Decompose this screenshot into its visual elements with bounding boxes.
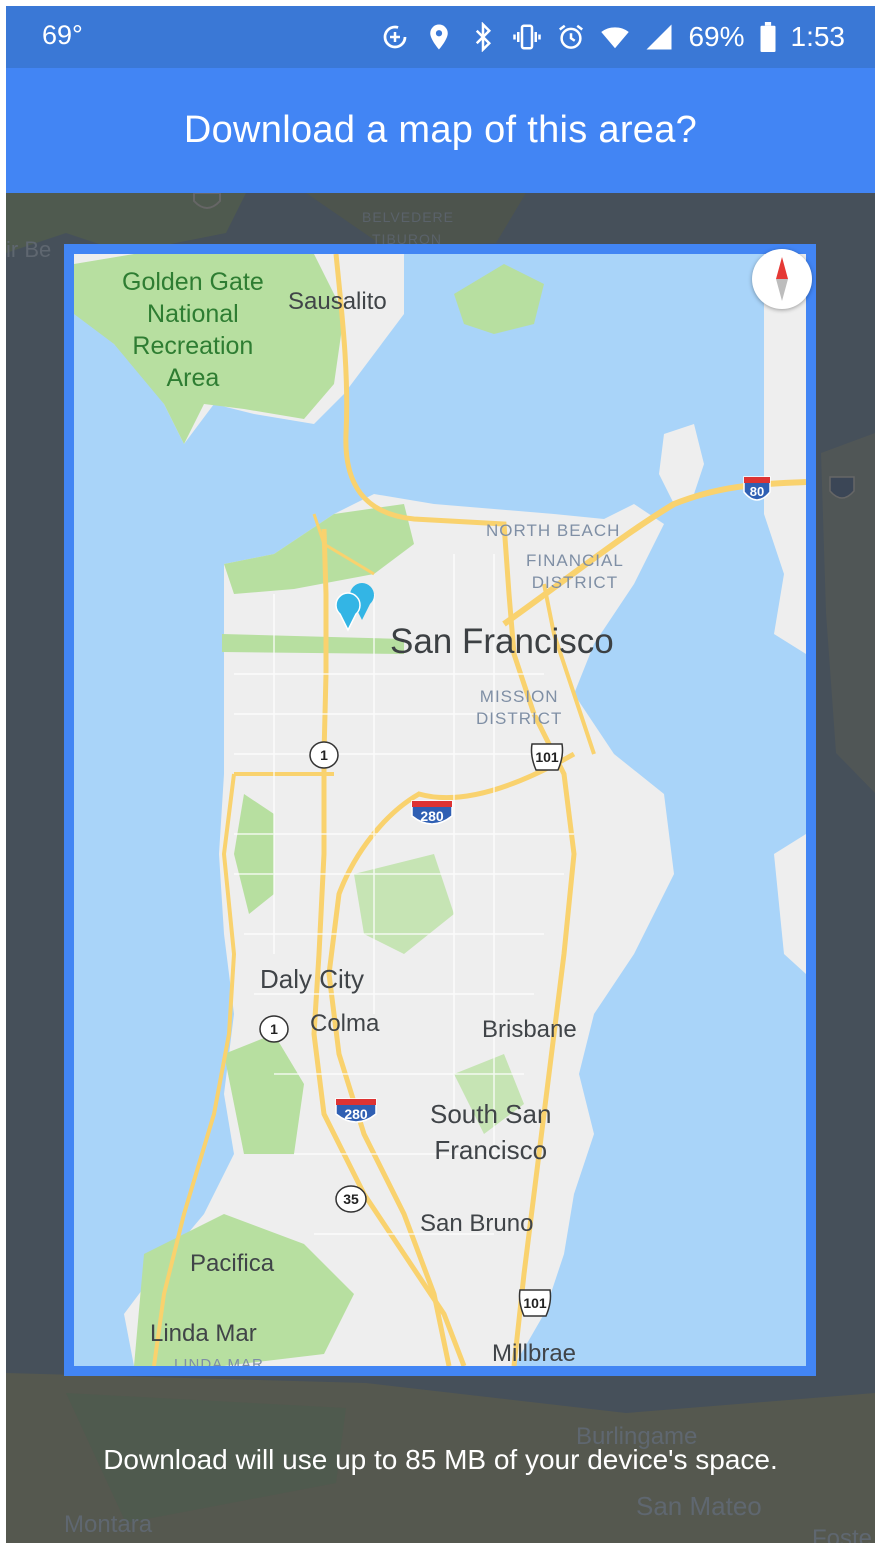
- shield-number: 280: [420, 808, 444, 824]
- compass-button[interactable]: [752, 249, 812, 309]
- ca-1-shield-icon: 1: [308, 740, 340, 770]
- battery-icon: [760, 22, 775, 52]
- label-line: Golden Gate: [122, 268, 264, 296]
- shield-number: 35: [343, 1191, 359, 1207]
- shield-number: 280: [344, 1106, 368, 1122]
- label-line: National: [147, 300, 239, 328]
- data-saver-icon: [384, 25, 407, 49]
- route-shield-icon: [193, 193, 221, 209]
- label-line: DISTRICT: [531, 573, 619, 592]
- label-linda-mar-district: LINDA MAR: [174, 1356, 264, 1373]
- label-san-bruno: San Bruno: [420, 1210, 534, 1237]
- dialog-header: Download a map of this area?: [6, 68, 875, 193]
- ca-1-shield-icon: 1: [258, 1014, 290, 1044]
- battery-percent: 69%: [688, 21, 745, 52]
- label-muir-beach: ir Be: [6, 237, 52, 262]
- label-line: FINANCIAL: [526, 551, 624, 570]
- status-bar: 69° 69% 1:53: [6, 6, 875, 68]
- signal-icon: [646, 24, 672, 50]
- clock: 1:53: [790, 21, 846, 52]
- label-colma: Colma: [310, 1010, 380, 1037]
- interstate-80-shield-icon: 80: [742, 474, 772, 508]
- shield-number: 101: [535, 749, 559, 765]
- vibrate-icon: [513, 24, 542, 50]
- label-north-beach: NORTH BEACH: [486, 521, 621, 540]
- temperature: 69°: [42, 20, 83, 50]
- download-size-info: Download will use up to 85 MB of your de…: [103, 1444, 778, 1475]
- download-area-frame[interactable]: Golden Gate National Recreation Area Sau…: [64, 244, 816, 1376]
- label-sausalito: Sausalito: [288, 288, 387, 315]
- page-title: Download a map of this area?: [183, 109, 698, 151]
- label-brisbane: Brisbane: [482, 1016, 577, 1043]
- label-daly-city: Daly City: [260, 964, 365, 994]
- label-pacifica: Pacifica: [190, 1250, 275, 1277]
- location-pin-icon: [430, 24, 449, 50]
- compass-icon: [776, 257, 788, 301]
- us-101-shield-icon: 101: [516, 1288, 554, 1318]
- shield-number: 101: [523, 1295, 547, 1311]
- label-line: South San: [430, 1099, 552, 1129]
- label-golden-gate-recreation-area: Golden Gate National Recreation Area: [122, 266, 264, 394]
- ca-35-shield-icon: 35: [334, 1184, 368, 1214]
- shield-number: 1: [320, 747, 328, 763]
- label-millbrae: Millbrae: [492, 1340, 577, 1367]
- label-belvedere: BELVEDERE: [362, 209, 454, 225]
- label-line: Area: [166, 364, 220, 392]
- us-101-shield-icon: 101: [528, 742, 566, 772]
- label-line: MISSION: [479, 687, 559, 706]
- interstate-280-shield-icon: 280: [334, 1096, 378, 1130]
- screen: 69° 69% 1:53 Download a map of this area…: [6, 6, 875, 1543]
- label-mission-district: MISSION DISTRICT: [476, 686, 562, 730]
- shield-number: 1: [270, 1021, 278, 1037]
- wifi-icon: [601, 27, 630, 49]
- shield-number: 80: [749, 484, 765, 499]
- label-south-san-francisco: South San Francisco: [430, 1096, 551, 1168]
- label-line: Recreation: [132, 332, 254, 360]
- label-san-mateo: San Mateo: [636, 1491, 762, 1521]
- label-foster: Foste: [812, 1525, 873, 1543]
- label-line: Francisco: [434, 1135, 548, 1165]
- label-line: DISTRICT: [476, 709, 563, 728]
- alarm-icon: [559, 24, 584, 49]
- bluetooth-icon: [476, 22, 492, 52]
- label-san-francisco: San Francisco: [390, 622, 614, 661]
- interstate-280-shield-icon: 280: [410, 798, 454, 832]
- label-linda-mar: Linda Mar: [150, 1320, 257, 1347]
- interstate-shield-icon: [829, 476, 855, 499]
- label-montara: Montara: [64, 1511, 153, 1538]
- status-icons: 69% 1:53: [380, 16, 845, 58]
- label-financial-district: FINANCIAL DISTRICT: [526, 550, 624, 594]
